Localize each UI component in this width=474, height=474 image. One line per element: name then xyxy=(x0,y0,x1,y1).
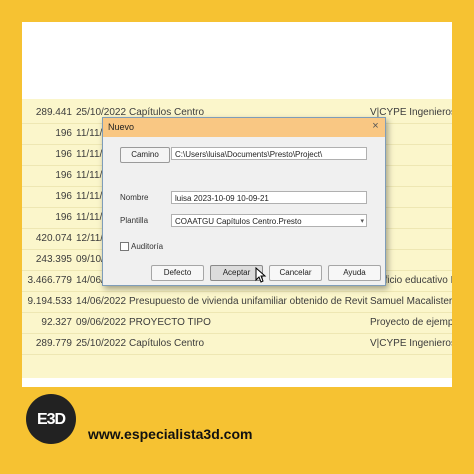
defecto-button[interactable]: Defecto xyxy=(151,265,204,281)
row-divider xyxy=(22,354,452,355)
nombre-label: Nombre xyxy=(120,193,149,202)
row-date: 11/11/ xyxy=(76,170,103,181)
row-number: 196 xyxy=(55,191,72,202)
screenshot-canvas: 289.441 25/10/2022 Capítulos Centro V|CYPE … xyxy=(22,22,452,387)
row-number: 196 xyxy=(55,212,72,223)
auditoria-checkbox[interactable] xyxy=(120,242,129,251)
dialog-title: Nuevo xyxy=(108,122,135,132)
row-description: Capítulos Centro xyxy=(129,338,205,349)
cancelar-button[interactable]: Cancelar xyxy=(269,265,322,281)
row-date: 11/11/ xyxy=(76,128,103,139)
dialog-title-bar[interactable]: Nuevo × xyxy=(103,118,385,137)
row-number: 289.441 xyxy=(35,107,72,118)
ayuda-button[interactable]: Ayuda xyxy=(328,265,381,281)
new-project-dialog: Nuevo × Camino C:\Users\luisa\Documents\… xyxy=(102,117,386,286)
plantilla-value: COAATGU Capítulos Centro.Presto xyxy=(175,217,302,226)
close-icon[interactable]: × xyxy=(367,118,384,135)
table-row[interactable]: 9.194.533 14/06/2022 Presupuesto de vivien… xyxy=(22,292,453,313)
especialista3d-logo: E3D xyxy=(26,394,76,444)
website-url: www.especialista3d.com xyxy=(88,426,253,442)
mouse-cursor-icon xyxy=(255,267,267,283)
row-number: 196 xyxy=(55,170,72,181)
camino-field[interactable]: C:\Users\luisa\Documents\Presto\Project\ xyxy=(171,147,367,160)
row-date: 25/10/2022 xyxy=(76,338,127,349)
row-date: 09/10/ xyxy=(76,254,104,265)
row-number: 92.327 xyxy=(41,317,72,328)
row-author: Proyecto de ejemplo xyxy=(370,317,452,328)
row-number: 289.779 xyxy=(35,338,72,349)
logo-text: E3D xyxy=(36,411,66,428)
row-author: Samuel Macalister sa xyxy=(370,296,452,307)
row-description: PROYECTO TIPO xyxy=(129,317,211,328)
row-number: 196 xyxy=(55,128,72,139)
plantilla-label: Plantilla xyxy=(120,216,149,225)
row-date: 14/06/2022 xyxy=(76,296,127,307)
row-date: 11/11/ xyxy=(76,212,103,223)
camino-button[interactable]: Camino xyxy=(120,147,170,163)
row-number: 3.466.779 xyxy=(27,275,73,286)
chevron-down-icon[interactable]: ▾ xyxy=(360,215,364,226)
row-number: 420.074 xyxy=(35,233,72,244)
row-date: 12/11/ xyxy=(76,233,104,244)
table-row[interactable]: 92.327 09/06/2022 PROYECTO TIPO Proyecto de… xyxy=(22,313,452,334)
row-description: Presupuesto de vivienda unifamiliar obte… xyxy=(129,296,368,307)
row-date: 11/11/ xyxy=(76,149,103,160)
auditoria-label: Auditoría xyxy=(131,242,164,251)
table-row[interactable]: 289.779 25/10/2022 Capítulos Centro V|CYPE … xyxy=(22,334,452,355)
row-number: 243.395 xyxy=(35,254,72,265)
plantilla-select[interactable]: COAATGU Capítulos Centro.Presto ▾ xyxy=(171,214,367,227)
row-date: 11/11/ xyxy=(76,191,103,202)
nombre-field[interactable]: luisa 2023-10-09 10-09-21 xyxy=(171,191,367,204)
row-author: V|CYPE Ingenieros S. xyxy=(370,338,452,349)
row-number: 196 xyxy=(55,149,72,160)
row-date: 09/06/2022 xyxy=(76,317,127,328)
row-number: 9.194.533 xyxy=(27,296,73,307)
